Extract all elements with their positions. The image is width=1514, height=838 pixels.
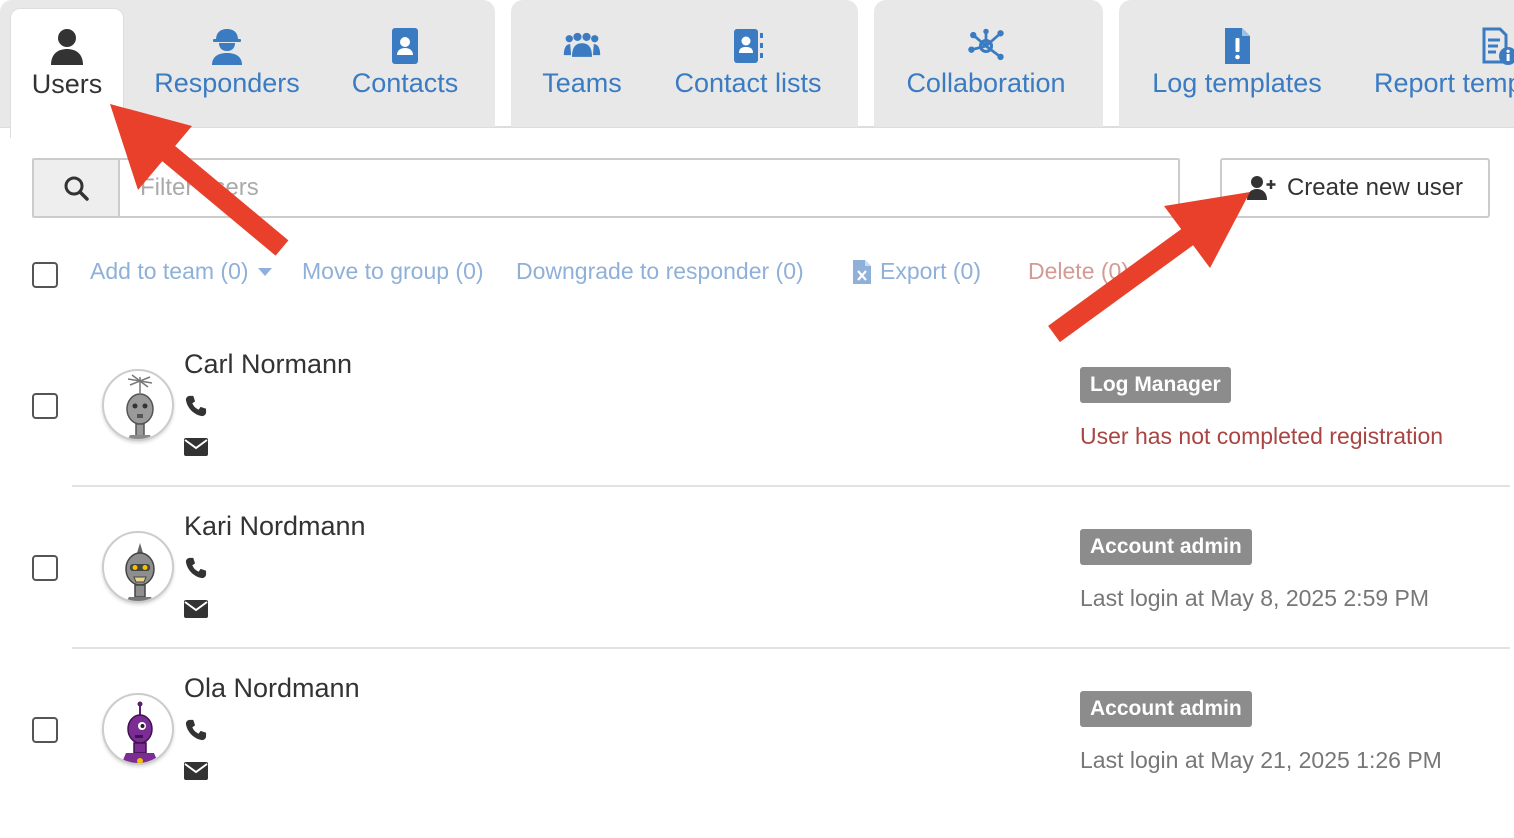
tab-label: Report temp xyxy=(1374,68,1514,98)
tab-contact-lists[interactable]: Contact lists xyxy=(660,0,836,127)
role-badge: Log Manager xyxy=(1080,367,1231,403)
user-status: Last login at May 8, 2025 2:59 PM xyxy=(1080,585,1430,611)
caret-down-icon xyxy=(257,267,272,276)
phone-icon[interactable] xyxy=(184,557,208,579)
downgrade-to-responder-button[interactable]: Downgrade to responder (0) xyxy=(516,258,804,285)
tab-contacts[interactable]: Contacts xyxy=(334,0,476,127)
tab-label: Teams xyxy=(542,68,622,98)
add-to-team-label: Add to team (0) xyxy=(90,258,249,284)
delete-button[interactable]: Delete (0) xyxy=(1028,258,1129,285)
delete-label: Delete (0) xyxy=(1028,258,1129,284)
avatar xyxy=(102,369,174,441)
user-plus-icon xyxy=(1246,176,1276,200)
tab-responders[interactable]: Responders xyxy=(140,0,314,127)
create-new-user-label: Create new user xyxy=(1286,174,1464,201)
hardhat-worker-icon xyxy=(212,29,242,65)
phone-icon[interactable] xyxy=(184,395,208,417)
tab-label: Users xyxy=(31,69,103,99)
search-icon xyxy=(64,176,89,201)
user-name[interactable]: Kari Nordmann xyxy=(184,511,366,542)
avatar xyxy=(102,531,174,603)
tab-users[interactable]: Users xyxy=(10,8,124,138)
contact-card-icon xyxy=(392,28,418,64)
tab-label: Collaboration xyxy=(906,68,1066,98)
user-row[interactable]: Kari Nordmann Account admin Last login a… xyxy=(0,487,1514,649)
robot-avatar-icon xyxy=(126,374,154,439)
user-row-checkbox[interactable] xyxy=(32,717,58,743)
select-all-checkbox[interactable] xyxy=(32,262,58,288)
tab-label: Contacts xyxy=(351,68,459,98)
downgrade-label: Downgrade to responder (0) xyxy=(516,258,804,284)
user-icon xyxy=(51,29,83,65)
tab-label: Log templates xyxy=(1152,68,1322,98)
envelope-icon[interactable] xyxy=(184,760,208,782)
user-row[interactable]: Carl Normann Log Manager User has not co… xyxy=(0,325,1514,487)
robot-avatar-icon xyxy=(121,701,159,763)
robot-avatar-icon xyxy=(125,543,155,601)
filter-users-input[interactable] xyxy=(120,160,1178,216)
team-people-icon xyxy=(563,32,601,57)
search-button[interactable] xyxy=(34,160,120,216)
user-name[interactable]: Carl Normann xyxy=(184,349,352,380)
move-to-group-button[interactable]: Move to group (0) xyxy=(302,258,484,285)
user-row-checkbox[interactable] xyxy=(32,393,58,419)
tab-label: Responders xyxy=(154,68,300,98)
tab-label: Contact lists xyxy=(674,68,822,98)
move-to-group-label: Move to group (0) xyxy=(302,258,484,284)
user-row[interactable]: Ola Nordmann Account admin Last login at… xyxy=(0,649,1514,811)
export-label: Export (0) xyxy=(880,258,981,284)
role-badge: Account admin xyxy=(1080,529,1252,565)
user-name[interactable]: Ola Nordmann xyxy=(184,673,360,704)
address-book-icon xyxy=(734,29,763,63)
tab-collaboration[interactable]: Collaboration xyxy=(896,0,1076,127)
excel-file-icon xyxy=(853,259,871,284)
tab-log-templates[interactable]: Log templates xyxy=(1140,0,1334,127)
file-info-icon xyxy=(1482,27,1514,65)
role-badge: Account admin xyxy=(1080,691,1252,727)
network-hub-icon xyxy=(968,28,1004,61)
file-exclamation-icon xyxy=(1225,28,1250,64)
phone-icon[interactable] xyxy=(184,719,208,741)
envelope-icon[interactable] xyxy=(184,598,208,620)
user-status: Last login at May 21, 2025 1:26 PM xyxy=(1080,747,1442,773)
create-new-user-button[interactable]: Create new user xyxy=(1220,158,1490,218)
tab-bar: Users Responders Contacts Teams Contact … xyxy=(0,0,1514,138)
export-button[interactable]: Export (0) xyxy=(852,258,981,285)
filter-bar xyxy=(32,158,1180,218)
tab-report-templates[interactable]: Report temp xyxy=(1362,0,1514,127)
avatar xyxy=(102,693,174,765)
user-row-checkbox[interactable] xyxy=(32,555,58,581)
add-to-team-dropdown[interactable]: Add to team (0) xyxy=(90,258,273,285)
tab-teams[interactable]: Teams xyxy=(526,0,638,127)
bulk-actions-bar: Add to team (0) Move to group (0) Downgr… xyxy=(0,252,1514,296)
user-status: User has not completed registration xyxy=(1080,423,1444,449)
envelope-icon[interactable] xyxy=(184,436,208,458)
